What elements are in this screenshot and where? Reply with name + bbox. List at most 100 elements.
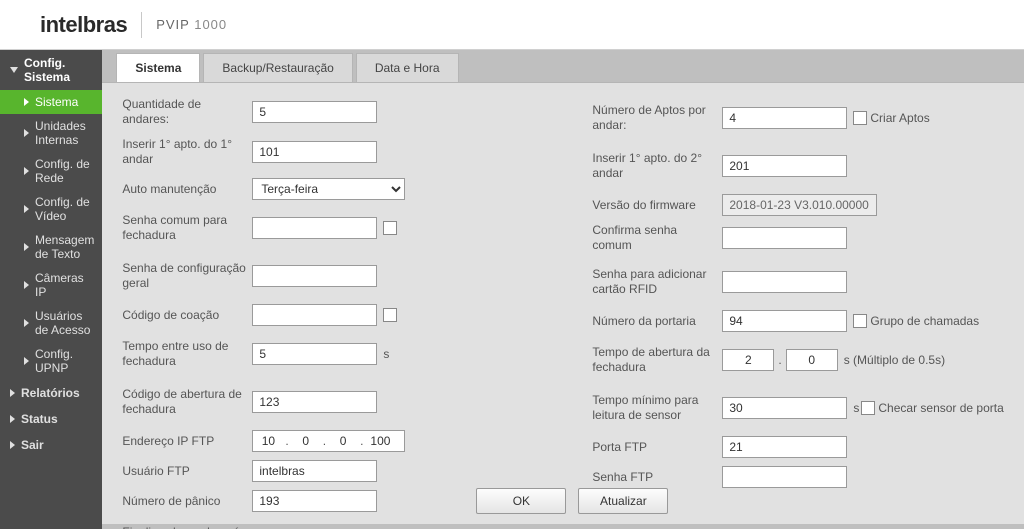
numero-portaria-input[interactable] [722,310,847,332]
confirma-senha-comum-input[interactable] [722,227,847,249]
tabs: Sistema Backup/Restauração Data e Hora [102,50,1024,82]
tempo-uso-fechadura-label: Tempo entre uso de fechadura [122,339,252,369]
inserir-1-apto-1-andar-label: Inserir 1° apto. do 1° andar [122,137,252,167]
tempo-abertura-b-input[interactable] [786,349,838,371]
sidebar-group-status[interactable]: Status [0,406,102,432]
sidebar-group-label: Sair [21,438,44,452]
tab-backup-restauracao[interactable]: Backup/Restauração [203,53,352,82]
chevron-right-icon [24,98,29,106]
grupo-chamadas-checkbox[interactable] [853,314,867,328]
codigo-coacao-label: Código de coação [122,308,252,323]
tempo-abertura-a-input[interactable] [722,349,774,371]
chevron-right-icon [24,243,29,251]
confirma-senha-comum-label: Confirma senha comum [592,223,722,253]
senha-comum-checkbox[interactable] [383,221,397,235]
tab-data-hora[interactable]: Data e Hora [356,53,459,82]
criar-aptos-label: Criar Aptos [870,111,929,125]
sidebar-item-mensagem-texto[interactable]: Mensagem de Texto [0,228,102,266]
chevron-down-icon [10,67,18,73]
sidebar-item-cameras-ip[interactable]: Câmeras IP [0,266,102,304]
porta-ftp-input[interactable] [722,436,847,458]
atualizar-button[interactable]: Atualizar [578,488,668,514]
sidebar-group-relatorios[interactable]: Relatórios [0,380,102,406]
sidebar-item-sistema[interactable]: Sistema [0,90,102,114]
senha-comum-fechadura-input[interactable] [252,217,377,239]
tab-sistema[interactable]: Sistema [116,53,200,82]
senha-rfid-input[interactable] [722,271,847,293]
senha-config-geral-input[interactable] [252,265,377,287]
inserir-1-apto-2-andar-label: Inserir 1° apto. do 2° andar [592,151,722,181]
senha-config-geral-label: Senha de configuração geral [122,261,252,291]
endereco-ip-ftp-input[interactable]: . . . [252,430,405,452]
chevron-right-icon [24,167,29,175]
grupo-chamadas-label: Grupo de chamadas [870,314,979,328]
senha-ftp-input[interactable] [722,466,847,488]
sidebar-item-config-video[interactable]: Config. de Vídeo [0,190,102,228]
qt-andares-input[interactable] [252,101,377,123]
usuario-ftp-label: Usuário FTP [122,464,252,479]
ip-octet-3[interactable] [328,431,358,451]
ip-octet-1[interactable] [253,431,283,451]
sidebar-item-label: Mensagem de Texto [35,233,94,261]
senha-ftp-label: Senha FTP [592,470,722,485]
sidebar-item-unidades-internas[interactable]: Unidades Internas [0,114,102,152]
tempo-min-sensor-label: Tempo mínimo para leitura de sensor [592,393,722,423]
ok-button[interactable]: OK [476,488,566,514]
inserir-1-apto-1-andar-input[interactable] [252,141,377,163]
numero-aptos-andar-input[interactable] [722,107,847,129]
sidebar-item-label: Sistema [35,95,78,109]
sidebar-item-label: Config. UPNP [35,347,94,375]
sidebar-item-config-upnp[interactable]: Config. UPNP [0,342,102,380]
brand-logo: intelbras [40,12,127,38]
sidebar-item-label: Unidades Internas [35,119,94,147]
sidebar-item-config-rede[interactable]: Config. de Rede [0,152,102,190]
sidebar-item-label: Usuários de Acesso [35,309,94,337]
tempo-min-sensor-input[interactable] [722,397,847,419]
inserir-1-apto-2-andar-input[interactable] [722,155,847,177]
chevron-right-icon [10,415,15,423]
sidebar: Config. Sistema Sistema Unidades Interna… [0,50,102,529]
tempo-abertura-fechadura-label: Tempo de abertura da fechadura [592,345,722,375]
sidebar-item-label: Config. de Vídeo [35,195,94,223]
sidebar-group-sair[interactable]: Sair [0,432,102,458]
chevron-right-icon [10,441,15,449]
chevron-right-icon [24,281,29,289]
auto-manutencao-label: Auto manutenção [122,182,252,197]
tempo-uso-fechadura-input[interactable] [252,343,377,365]
versao-firmware-input [722,194,877,216]
tempo-abertura-unit: s (Múltiplo de 0.5s) [844,353,945,367]
chevron-right-icon [24,357,29,365]
header-divider [141,12,142,38]
auto-manutencao-select[interactable]: Terça-feira [252,178,405,200]
header: intelbras PVIP 1000 [0,0,1024,50]
numero-aptos-andar-label: Número de Aptos por andar: [592,103,722,133]
checar-sensor-label: Checar sensor de porta [878,401,1003,415]
content-area: Sistema Backup/Restauração Data e Hora Q… [102,50,1024,529]
sidebar-group-label: Relatórios [21,386,80,400]
criar-aptos-checkbox[interactable] [853,111,867,125]
device-model: PVIP 1000 [156,17,227,32]
sidebar-item-usuarios-acesso[interactable]: Usuários de Acesso [0,304,102,342]
endereco-ip-ftp-label: Endereço IP FTP [122,434,252,449]
numero-portaria-label: Número da portaria [592,314,722,329]
checar-sensor-checkbox[interactable] [861,401,875,415]
tempo-min-unit: s [853,401,859,415]
usuario-ftp-input[interactable] [252,460,377,482]
chevron-right-icon [24,129,29,137]
sidebar-item-label: Câmeras IP [35,271,94,299]
sidebar-group-config-sistema[interactable]: Config. Sistema [0,50,102,90]
chevron-right-icon [24,319,29,327]
versao-firmware-label: Versão do firmware [592,198,722,213]
codigo-coacao-input[interactable] [252,304,377,326]
finaliza-chamada-label: Finaliza chamada após fechadura [122,525,252,529]
qt-andares-label: Quantidade de andares: [122,97,252,127]
chevron-right-icon [24,205,29,213]
chevron-right-icon [10,389,15,397]
senha-comum-fechadura-label: Senha comum para fechadura [122,213,252,243]
tempo-uso-unit: s [383,347,389,361]
ip-octet-2[interactable] [291,431,321,451]
codigo-coacao-checkbox[interactable] [383,308,397,322]
dot-separator: . [778,353,781,367]
codigo-abertura-fechadura-input[interactable] [252,391,377,413]
ip-octet-4[interactable] [365,431,395,451]
